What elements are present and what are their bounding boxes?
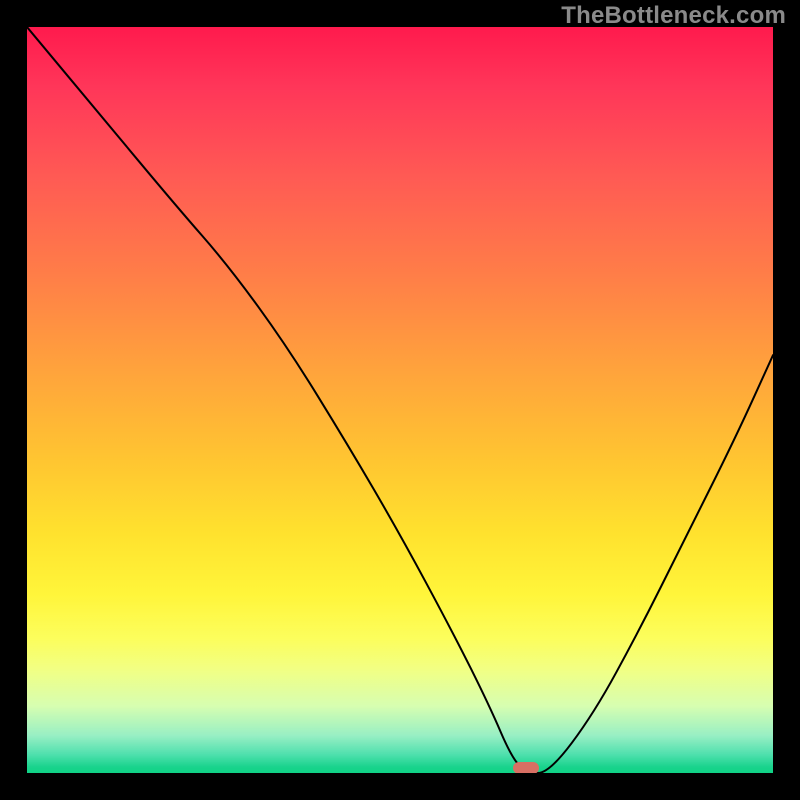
- watermark-text: TheBottleneck.com: [561, 2, 786, 30]
- plot-area: [27, 27, 773, 773]
- curve-path: [27, 27, 773, 773]
- optimal-marker: [513, 762, 539, 773]
- chart-frame: TheBottleneck.com: [0, 0, 800, 800]
- bottleneck-curve: [27, 27, 773, 773]
